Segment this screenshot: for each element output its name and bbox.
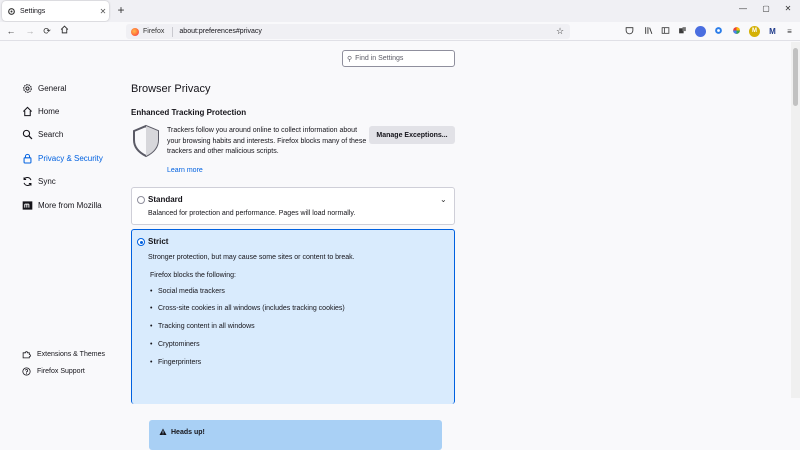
- sidebar-item-label: Home: [38, 107, 60, 116]
- etp-heading: Enhanced Tracking Protection: [131, 108, 247, 117]
- extension-badge-3[interactable]: M: [749, 26, 760, 37]
- list-item: • Social media trackers: [150, 288, 225, 295]
- sync-icon: [22, 176, 33, 187]
- help-icon: [22, 367, 31, 376]
- sidebar-item-label: Search: [38, 130, 64, 139]
- scrollbar[interactable]: [791, 42, 800, 398]
- standard-description: Balanced for protection and performance.…: [148, 210, 356, 217]
- sidebar-item-general[interactable]: General: [22, 83, 66, 94]
- extension-icon-2[interactable]: [713, 26, 724, 37]
- warning-icon: [159, 428, 167, 435]
- tab-strip: Settings ✕ + — ▢ ✕: [0, 0, 800, 22]
- list-item: • Cross-site cookies in all windows (incl…: [150, 305, 345, 312]
- maximize-button[interactable]: ▢: [759, 4, 773, 13]
- minimize-button[interactable]: —: [736, 4, 750, 13]
- heads-up-box: Heads up!: [149, 420, 442, 450]
- home-icon: [22, 106, 33, 117]
- search-icon: [22, 129, 33, 140]
- learn-more-link[interactable]: Learn more: [167, 167, 203, 174]
- sidebar-item-privacy[interactable]: Privacy & Security: [22, 153, 103, 164]
- lock-icon: [22, 153, 33, 164]
- color-picker-icon[interactable]: [731, 26, 742, 37]
- gear-icon: [22, 83, 33, 94]
- new-tab-button[interactable]: +: [114, 3, 128, 17]
- sidebar-toggle-icon[interactable]: [660, 26, 671, 37]
- scrollbar-thumb[interactable]: [793, 48, 798, 106]
- list-item: • Tracking content in all windows: [150, 323, 255, 330]
- identity-label: Firefox: [143, 28, 165, 35]
- sidebar-item-home[interactable]: Home: [22, 106, 59, 117]
- strict-description: Stronger protection, but may cause some …: [148, 254, 355, 261]
- standard-option[interactable]: Standard Balanced for protection and per…: [131, 187, 455, 225]
- search-placeholder: Find in Settings: [355, 55, 404, 62]
- strict-option[interactable]: Strict Stronger protection, but may caus…: [131, 229, 455, 450]
- bookmark-star-icon[interactable]: ☆: [554, 26, 566, 37]
- url-text[interactable]: about:preferences#privacy: [179, 28, 554, 35]
- forward-button[interactable]: →: [24, 25, 36, 37]
- sidebar-item-support[interactable]: Firefox Support: [22, 367, 85, 376]
- sidebar-item-label: Sync: [38, 177, 56, 186]
- puzzle-icon: [22, 350, 31, 359]
- list-item: • Fingerprinters: [150, 359, 202, 366]
- menu-icon[interactable]: ≡: [784, 26, 795, 37]
- sidebar-item-sync[interactable]: Sync: [22, 176, 56, 187]
- settings-page: ⚲ Find in Settings General Home Search P…: [0, 42, 791, 450]
- tab-settings[interactable]: Settings ✕: [2, 1, 109, 21]
- extension-icon[interactable]: [677, 26, 688, 37]
- standard-label: Standard: [148, 195, 183, 204]
- tab-title: Settings: [20, 7, 46, 15]
- library-icon[interactable]: [643, 26, 654, 37]
- blocks-heading: Firefox blocks the following:: [150, 272, 236, 279]
- sidebar-item-mozilla[interactable]: More from Mozilla: [22, 200, 102, 211]
- chevron-down-icon[interactable]: ⌄: [440, 195, 447, 204]
- sidebar-item-search[interactable]: Search: [22, 129, 63, 140]
- gear-icon: [7, 7, 17, 16]
- sidebar-item-label: Privacy & Security: [38, 154, 103, 163]
- firefox-icon: [131, 27, 139, 36]
- standard-radio[interactable]: [137, 196, 145, 204]
- sidebar-footer-label: Firefox Support: [37, 368, 85, 375]
- navigation-toolbar: ← → ⟳ Firefox about:preferences#privacy …: [0, 22, 800, 41]
- home-button[interactable]: [58, 25, 70, 37]
- reload-button[interactable]: ⟳: [41, 25, 53, 37]
- mozilla-icon: [22, 200, 33, 211]
- sidebar-item-extensions[interactable]: Extensions & Themes: [22, 350, 105, 359]
- list-item: • Cryptominers: [150, 341, 200, 348]
- tab-close-icon[interactable]: ✕: [97, 7, 109, 16]
- manage-exceptions-button[interactable]: Manage Exceptions...: [369, 126, 455, 144]
- page-title: Browser Privacy: [131, 83, 211, 95]
- pocket-icon[interactable]: [624, 26, 635, 37]
- strict-label: Strict: [148, 237, 169, 246]
- sidebar-footer-label: Extensions & Themes: [37, 351, 105, 358]
- extension-badge-4[interactable]: M: [767, 26, 778, 37]
- home-icon: [60, 25, 68, 34]
- close-window-button[interactable]: ✕: [781, 4, 795, 13]
- heads-up-label: Heads up!: [171, 428, 205, 436]
- shield-icon: [133, 124, 159, 158]
- etp-description: Trackers follow you around online to col…: [167, 127, 367, 155]
- url-bar[interactable]: Firefox about:preferences#privacy ☆: [126, 24, 570, 39]
- back-button[interactable]: ←: [5, 25, 17, 37]
- strict-radio[interactable]: [137, 238, 145, 246]
- sidebar-item-label: More from Mozilla: [38, 201, 102, 210]
- extension-badge-1[interactable]: [695, 26, 706, 37]
- search-input[interactable]: ⚲ Find in Settings: [342, 50, 455, 67]
- search-icon: ⚲: [347, 55, 353, 63]
- sidebar-item-label: General: [38, 84, 67, 93]
